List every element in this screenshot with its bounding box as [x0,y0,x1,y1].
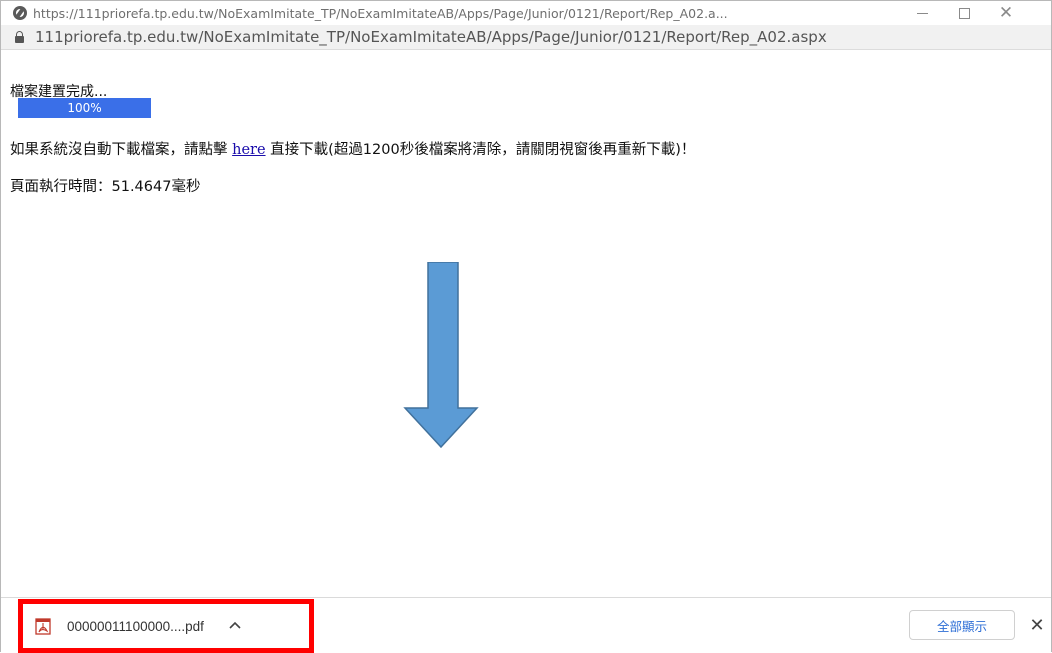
close-window-button[interactable]: ✕ [985,1,1027,25]
browser-popup-window: https://111priorefa.tp.edu.tw/NoExamImit… [0,0,1052,653]
progress-label: 100% [67,101,102,115]
here-download-link[interactable]: here [232,142,265,158]
maximize-button[interactable] [943,1,985,25]
pdf-icon [35,617,51,635]
close-shelf-button[interactable]: ✕ [1025,612,1049,638]
progress-bar-fill: 100% [18,98,151,118]
page-content: 檔案建置完成... 100% 如果系統沒自動下載檔案，請點擊 here 直接下載… [1,50,1051,596]
globe-icon [13,6,27,20]
progress-bar: 100% [18,98,151,118]
address-bar[interactable]: 111priorefa.tp.edu.tw/NoExamImitate_TP/N… [1,25,1051,50]
down-arrow-annotation [403,262,479,449]
title-bar: https://111priorefa.tp.edu.tw/NoExamImit… [1,1,1051,25]
window-title: https://111priorefa.tp.edu.tw/NoExamImit… [33,5,728,21]
download-item-highlighted[interactable]: 00000011100000....pdf [18,599,314,653]
notice-text-before: 如果系統沒自動下載檔案，請點擊 [10,142,233,158]
show-all-button[interactable]: 全部顯示 [909,610,1015,640]
download-file-name[interactable]: 00000011100000....pdf [67,619,204,634]
download-notice: 如果系統沒自動下載檔案，請點擊 here 直接下載(超過1200秒後檔案將清除，… [10,138,695,159]
download-shelf: 00000011100000....pdf 全部顯示 ✕ [1,597,1051,653]
chevron-up-icon[interactable] [226,617,244,635]
execution-time-text: 頁面執行時間：51.4647毫秒 [10,179,201,195]
address-url[interactable]: 111priorefa.tp.edu.tw/NoExamImitate_TP/N… [35,28,827,46]
lock-icon [15,31,24,43]
minimize-button[interactable] [901,1,943,25]
notice-text-after: 直接下載(超過1200秒後檔案將清除，請關閉視窗後再重新下載)！ [265,142,696,158]
